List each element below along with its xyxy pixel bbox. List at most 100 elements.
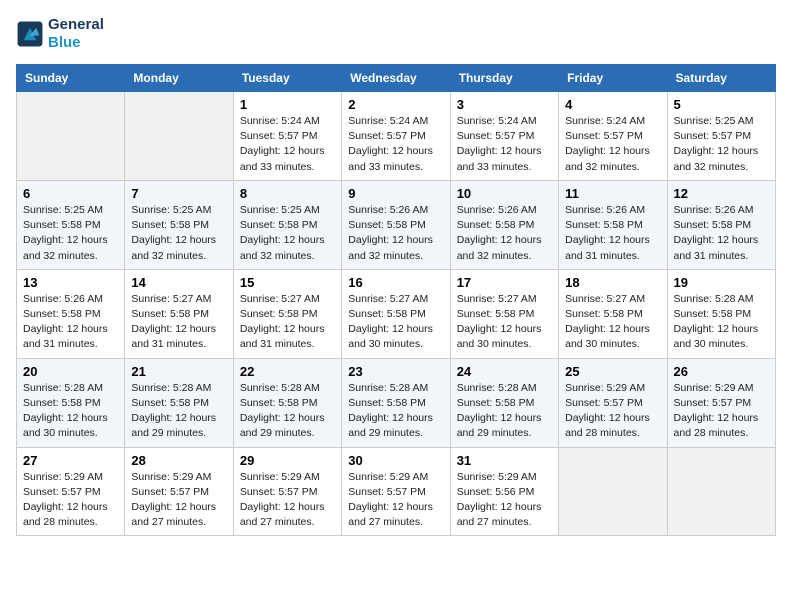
calendar-cell: 13Sunrise: 5:26 AMSunset: 5:58 PMDayligh… [17, 269, 125, 358]
calendar-week-row: 1 Sunrise: 5:24 AMSunset: 5:57 PMDaylight… [17, 92, 776, 181]
calendar-cell: 30 Sunrise: 5:29 AMSunset: 5:57 PMDayligh… [342, 447, 450, 536]
day-number: 11 [565, 186, 660, 201]
calendar-cell: 10 Sunrise: 5:26 AMSunset: 5:58 PMDayligh… [450, 180, 558, 269]
day-number: 2 [348, 97, 443, 112]
day-info: Sunrise: 5:28 AMSunset: 5:58 PMDaylight:… [348, 381, 443, 442]
calendar-cell: 15Sunrise: 5:27 AMSunset: 5:58 PMDayligh… [233, 269, 341, 358]
day-info: Sunrise: 5:25 AMSunset: 5:58 PMDaylight:… [131, 203, 226, 264]
calendar-header: SundayMondayTuesdayWednesdayThursdayFrid… [17, 65, 776, 92]
day-info: Sunrise: 5:27 AMSunset: 5:58 PMDaylight:… [457, 292, 552, 353]
calendar-cell: 26Sunrise: 5:29 AMSunset: 5:57 PMDayligh… [667, 358, 775, 447]
page-header: General Blue [16, 16, 776, 52]
calendar-cell [17, 92, 125, 181]
calendar-week-row: 20 Sunrise: 5:28 AMSunset: 5:58 PMDayligh… [17, 358, 776, 447]
calendar-cell: 27 Sunrise: 5:29 AMSunset: 5:57 PMDayligh… [17, 447, 125, 536]
weekday-header: Tuesday [233, 65, 341, 92]
day-number: 1 [240, 97, 335, 112]
calendar-cell [559, 447, 667, 536]
header-row: SundayMondayTuesdayWednesdayThursdayFrid… [17, 65, 776, 92]
day-info: Sunrise: 5:28 AMSunset: 5:58 PMDaylight:… [457, 381, 552, 442]
day-info: Sunrise: 5:28 AMSunset: 5:58 PMDaylight:… [23, 381, 118, 442]
calendar-week-row: 13Sunrise: 5:26 AMSunset: 5:58 PMDayligh… [17, 269, 776, 358]
calendar-cell: 11 Sunrise: 5:26 AMSunset: 5:58 PMDayligh… [559, 180, 667, 269]
day-number: 8 [240, 186, 335, 201]
day-info: Sunrise: 5:25 AMSunset: 5:57 PMDaylight:… [674, 114, 769, 175]
calendar-cell: 31Sunrise: 5:29 AMSunset: 5:56 PMDayligh… [450, 447, 558, 536]
day-number: 12 [674, 186, 769, 201]
weekday-header: Monday [125, 65, 233, 92]
day-info: Sunrise: 5:29 AMSunset: 5:57 PMDaylight:… [348, 470, 443, 531]
calendar-cell: 25Sunrise: 5:29 AMSunset: 5:57 PMDayligh… [559, 358, 667, 447]
day-info: Sunrise: 5:26 AMSunset: 5:58 PMDaylight:… [674, 203, 769, 264]
day-info: Sunrise: 5:26 AMSunset: 5:58 PMDaylight:… [348, 203, 443, 264]
calendar-cell: 5 Sunrise: 5:25 AMSunset: 5:57 PMDaylight… [667, 92, 775, 181]
day-number: 14 [131, 275, 226, 290]
calendar-cell: 14Sunrise: 5:27 AMSunset: 5:58 PMDayligh… [125, 269, 233, 358]
day-number: 9 [348, 186, 443, 201]
day-info: Sunrise: 5:24 AMSunset: 5:57 PMDaylight:… [348, 114, 443, 175]
day-info: Sunrise: 5:29 AMSunset: 5:57 PMDaylight:… [240, 470, 335, 531]
calendar-cell: 22 Sunrise: 5:28 AMSunset: 5:58 PMDayligh… [233, 358, 341, 447]
day-number: 30 [348, 453, 443, 468]
day-number: 5 [674, 97, 769, 112]
calendar-cell: 18 Sunrise: 5:27 AMSunset: 5:58 PMDayligh… [559, 269, 667, 358]
day-info: Sunrise: 5:24 AMSunset: 5:57 PMDaylight:… [240, 114, 335, 175]
day-number: 7 [131, 186, 226, 201]
calendar-cell: 1 Sunrise: 5:24 AMSunset: 5:57 PMDaylight… [233, 92, 341, 181]
logo-text: General Blue [48, 16, 104, 52]
day-number: 25 [565, 364, 660, 379]
calendar-cell: 9 Sunrise: 5:26 AMSunset: 5:58 PMDaylight… [342, 180, 450, 269]
calendar-week-row: 6 Sunrise: 5:25 AMSunset: 5:58 PMDaylight… [17, 180, 776, 269]
calendar-cell: 8 Sunrise: 5:25 AMSunset: 5:58 PMDaylight… [233, 180, 341, 269]
calendar-table: SundayMondayTuesdayWednesdayThursdayFrid… [16, 64, 776, 536]
day-info: Sunrise: 5:26 AMSunset: 5:58 PMDaylight:… [23, 292, 118, 353]
day-info: Sunrise: 5:29 AMSunset: 5:56 PMDaylight:… [457, 470, 552, 531]
day-number: 24 [457, 364, 552, 379]
day-number: 21 [131, 364, 226, 379]
day-number: 16 [348, 275, 443, 290]
weekday-header: Thursday [450, 65, 558, 92]
calendar-cell: 7 Sunrise: 5:25 AMSunset: 5:58 PMDaylight… [125, 180, 233, 269]
day-info: Sunrise: 5:29 AMSunset: 5:57 PMDaylight:… [131, 470, 226, 531]
day-number: 26 [674, 364, 769, 379]
day-number: 28 [131, 453, 226, 468]
weekday-header: Saturday [667, 65, 775, 92]
calendar-cell: 28 Sunrise: 5:29 AMSunset: 5:57 PMDayligh… [125, 447, 233, 536]
day-info: Sunrise: 5:25 AMSunset: 5:58 PMDaylight:… [23, 203, 118, 264]
day-info: Sunrise: 5:27 AMSunset: 5:58 PMDaylight:… [565, 292, 660, 353]
calendar-cell: 29 Sunrise: 5:29 AMSunset: 5:57 PMDayligh… [233, 447, 341, 536]
calendar-cell: 16Sunrise: 5:27 AMSunset: 5:58 PMDayligh… [342, 269, 450, 358]
day-number: 6 [23, 186, 118, 201]
calendar-cell: 17Sunrise: 5:27 AMSunset: 5:58 PMDayligh… [450, 269, 558, 358]
day-info: Sunrise: 5:26 AMSunset: 5:58 PMDaylight:… [457, 203, 552, 264]
day-number: 15 [240, 275, 335, 290]
day-info: Sunrise: 5:29 AMSunset: 5:57 PMDaylight:… [23, 470, 118, 531]
calendar-cell: 6 Sunrise: 5:25 AMSunset: 5:58 PMDaylight… [17, 180, 125, 269]
weekday-header: Wednesday [342, 65, 450, 92]
calendar-cell: 3Sunrise: 5:24 AMSunset: 5:57 PMDaylight… [450, 92, 558, 181]
calendar-cell: 12 Sunrise: 5:26 AMSunset: 5:58 PMDayligh… [667, 180, 775, 269]
day-number: 29 [240, 453, 335, 468]
calendar-cell: 20 Sunrise: 5:28 AMSunset: 5:58 PMDayligh… [17, 358, 125, 447]
calendar-cell [125, 92, 233, 181]
logo-icon [16, 20, 44, 48]
day-number: 23 [348, 364, 443, 379]
calendar-cell: 2 Sunrise: 5:24 AMSunset: 5:57 PMDaylight… [342, 92, 450, 181]
calendar-body: 1 Sunrise: 5:24 AMSunset: 5:57 PMDaylight… [17, 92, 776, 536]
calendar-week-row: 27 Sunrise: 5:29 AMSunset: 5:57 PMDayligh… [17, 447, 776, 536]
day-number: 10 [457, 186, 552, 201]
calendar-cell: 21 Sunrise: 5:28 AMSunset: 5:58 PMDayligh… [125, 358, 233, 447]
calendar-cell: 23 Sunrise: 5:28 AMSunset: 5:58 PMDayligh… [342, 358, 450, 447]
day-info: Sunrise: 5:25 AMSunset: 5:58 PMDaylight:… [240, 203, 335, 264]
day-info: Sunrise: 5:26 AMSunset: 5:58 PMDaylight:… [565, 203, 660, 264]
weekday-header: Friday [559, 65, 667, 92]
day-number: 4 [565, 97, 660, 112]
day-number: 22 [240, 364, 335, 379]
day-info: Sunrise: 5:28 AMSunset: 5:58 PMDaylight:… [240, 381, 335, 442]
day-info: Sunrise: 5:28 AMSunset: 5:58 PMDaylight:… [131, 381, 226, 442]
day-info: Sunrise: 5:28 AMSunset: 5:58 PMDaylight:… [674, 292, 769, 353]
calendar-cell: 4Sunrise: 5:24 AMSunset: 5:57 PMDaylight… [559, 92, 667, 181]
day-number: 18 [565, 275, 660, 290]
day-number: 27 [23, 453, 118, 468]
day-number: 20 [23, 364, 118, 379]
